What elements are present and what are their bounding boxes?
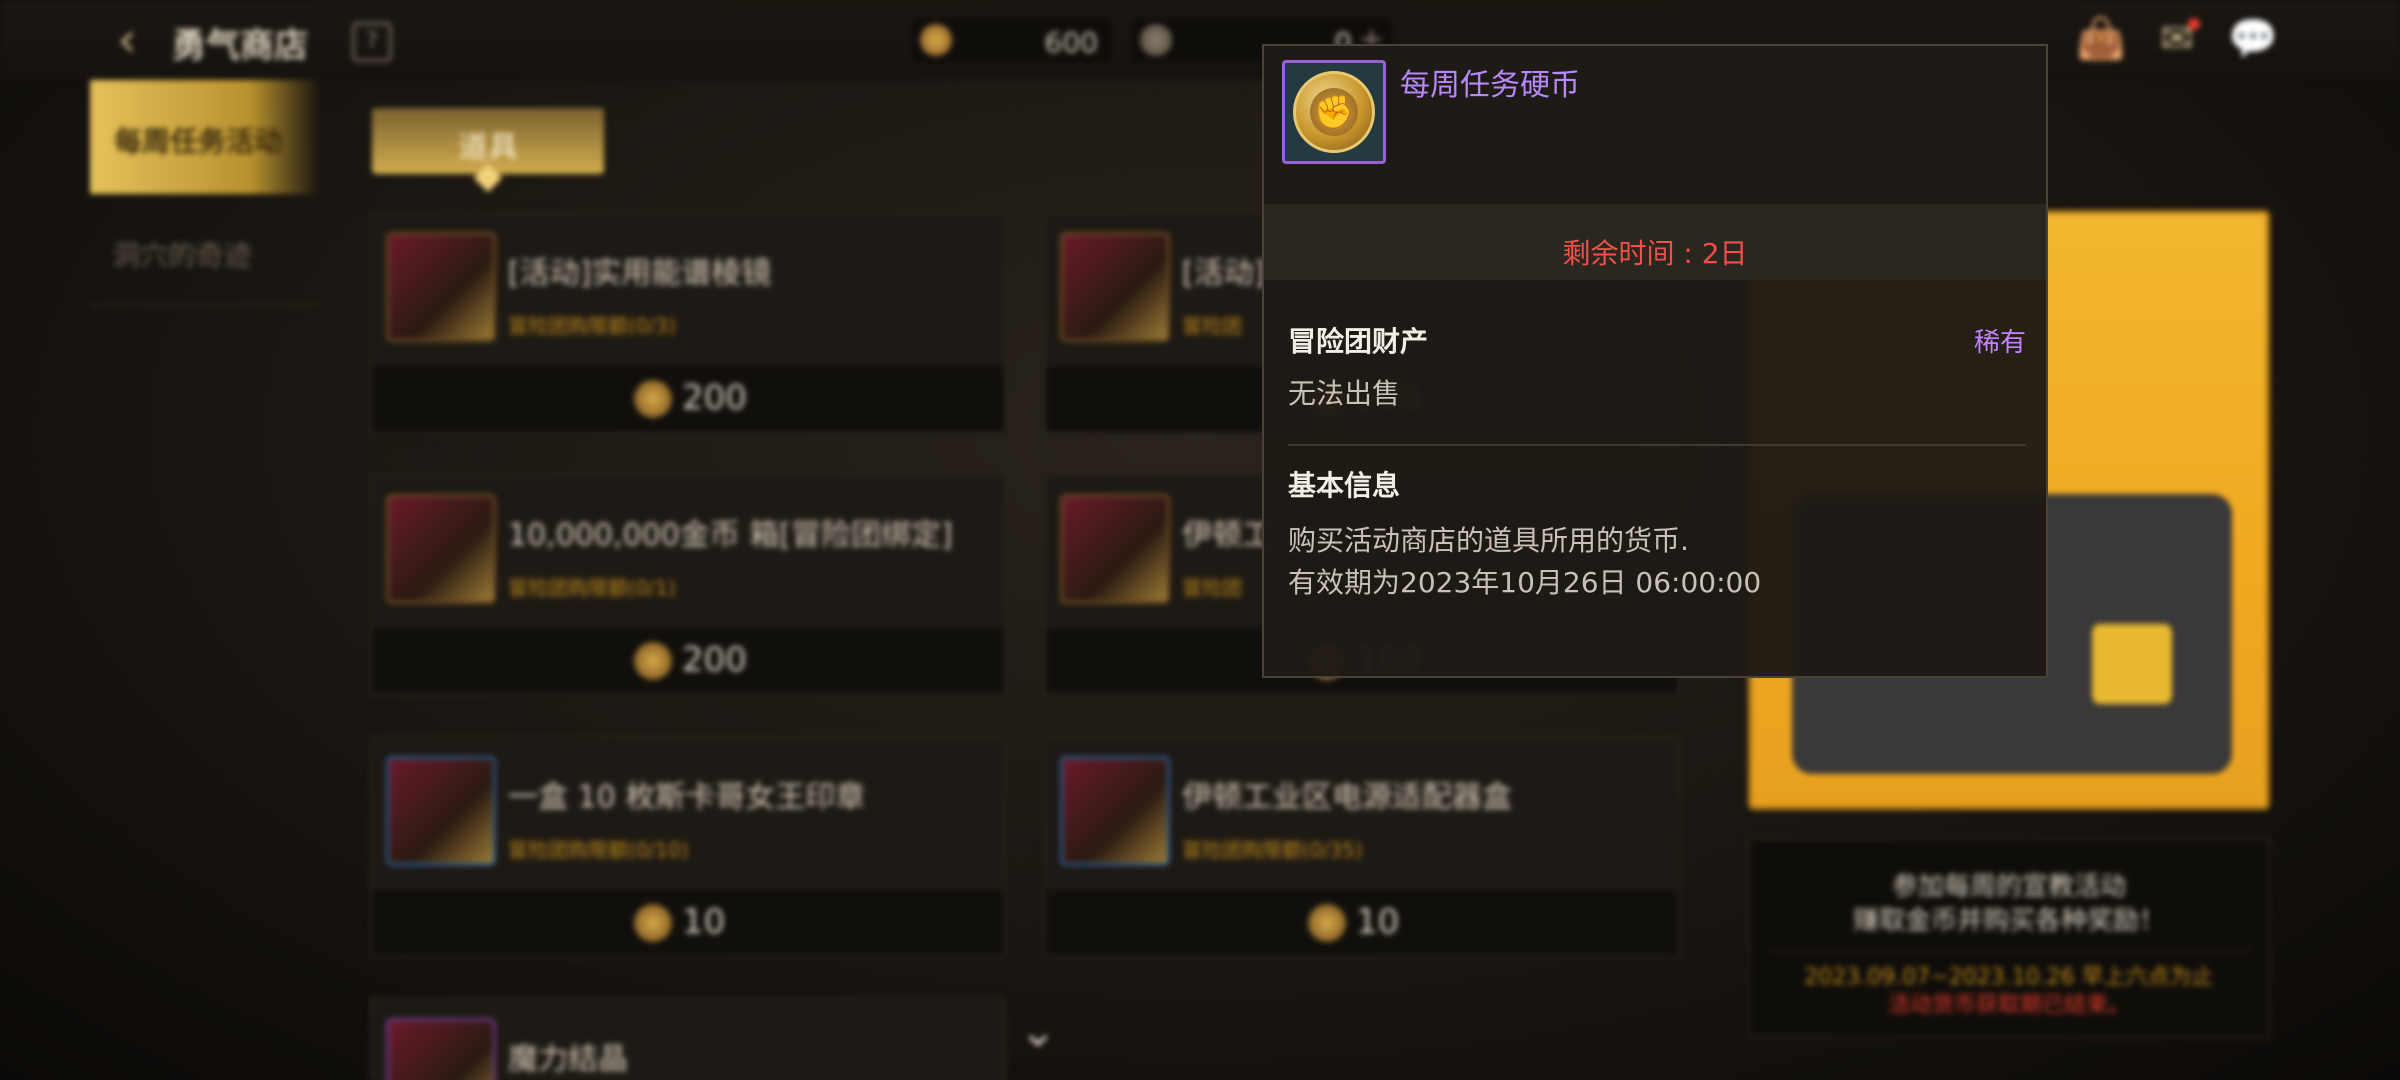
expiry-line: 有效期为2023年10月26日 06:00:00	[1288, 566, 1762, 599]
event-line1: 参加每周的宣教活动	[1891, 872, 2126, 902]
coin-icon	[1308, 904, 1346, 942]
info-icon[interactable]: ?	[352, 22, 392, 62]
bag-icon[interactable]: 👜	[2076, 16, 2126, 62]
item-name: 伊顿工业区电源适配器盒	[1182, 780, 1512, 815]
item-limit: 冒险团购限额(0/35)	[1182, 838, 1363, 862]
notification-dot	[2188, 18, 2200, 30]
item-thumbnail	[1060, 494, 1170, 604]
item-thumbnail	[1060, 756, 1170, 866]
item-limit: 冒险团购限额(0/1)	[508, 576, 676, 600]
price-bar: 10	[1046, 890, 1678, 956]
page-title: 勇气商店	[172, 26, 308, 66]
item-thumbnail	[386, 232, 496, 342]
item-price: 200	[682, 378, 747, 418]
item-name: [活动]实用能谱棱镜	[508, 256, 772, 291]
item-rarity: 稀有	[1973, 328, 2026, 358]
item-name: 伊顿工	[1182, 518, 1272, 553]
event-info-box: 参加每周的宣教活动 赚取金币并购买各种奖励！ 2023.09.07~2023.1…	[1748, 838, 2270, 1038]
event-description: 参加每周的宣教活动 赚取金币并购买各种奖励！	[1750, 870, 2268, 938]
item-description: 购买活动商店的道具所用的货币. 有效期为2023年10月26日 06:00:00	[1288, 520, 1761, 604]
item-limit: 冒险团	[1182, 576, 1242, 600]
coin-icon	[634, 380, 672, 418]
moon-icon	[1140, 24, 1172, 56]
item-icon-frame: ✊	[1282, 60, 1386, 164]
item-name: [活动]	[1182, 256, 1266, 291]
coin-icon	[634, 904, 672, 942]
item-name: 10,000,000金币 箱[冒险团绑定]	[508, 518, 953, 553]
shop-item-card[interactable]: 一盒 10 枚斯卡哥女王印章 冒险团购限额(0/10) 10	[370, 736, 1006, 958]
chat-icon[interactable]: 💬	[2228, 16, 2278, 62]
fist-icon: ✊	[1310, 88, 1358, 136]
shop-item-card[interactable]: 10,000,000金币 箱[冒险团绑定] 冒险团购限额(0/1) 200	[370, 474, 1006, 696]
item-price: 200	[682, 640, 747, 680]
price-bar: 10	[372, 890, 1004, 956]
sidebar-item-cave-wonder[interactable]: 洞穴的奇迹	[112, 234, 252, 274]
shop-item-card[interactable]: [活动]实用能谱棱镜 冒险团购限额(0/3) 200	[370, 212, 1006, 434]
item-limit: 冒险团购限额(0/3)	[508, 314, 676, 338]
sidebar-divider	[90, 304, 320, 306]
item-thumbnail	[386, 494, 496, 604]
info-heading: 基本信息	[1288, 469, 1401, 502]
item-category: 冒险团财产	[1288, 325, 1429, 358]
currency-value: 600	[1044, 26, 1098, 59]
item-thumbnail	[1060, 232, 1170, 342]
item-title: 每周任务硬币	[1400, 68, 1580, 103]
currency-1: 600	[912, 18, 1112, 62]
checkmark-icon	[2092, 624, 2172, 704]
event-line2: 赚取金币并购买各种奖励！	[1852, 906, 2165, 936]
description-line: 购买活动商店的道具所用的货币.	[1288, 524, 1689, 557]
item-tooltip: ✊ 每周任务硬币 剩余时间 : 2日 冒险团财产 稀有 无法出售 基本信息 购买…	[1262, 44, 2048, 678]
event-period: 2023.09.07~2023.10.26 早上六点为止 活动货币获取期已结束。	[1750, 964, 2268, 1020]
tab-label: 道具	[458, 130, 518, 165]
item-thumbnail	[386, 1018, 496, 1080]
event-notice: 活动货币获取期已结束。	[1887, 993, 2130, 1018]
remaining-time: 剩余时间 : 2日	[1562, 237, 1748, 270]
weekly-coin-icon: ✊	[1293, 71, 1375, 153]
shop-item-card[interactable]: 魔力结晶	[370, 998, 1006, 1080]
coin-icon	[634, 642, 672, 680]
sell-status: 无法出售	[1288, 377, 1401, 410]
item-limit: 冒险团	[1182, 314, 1242, 338]
coin-icon	[920, 24, 952, 56]
shop-item-card[interactable]: 伊顿工业区电源适配器盒 冒险团购限额(0/35) 10	[1044, 736, 1680, 958]
item-limit: 冒险团购限额(0/10)	[508, 838, 689, 862]
item-price: 10	[1356, 902, 1400, 942]
sidebar-item-label: 每周任务活动	[114, 125, 283, 158]
divider	[1770, 950, 2252, 951]
item-thumbnail	[386, 756, 496, 866]
back-arrow-icon[interactable]: ‹	[100, 14, 154, 66]
item-name: 魔力结晶	[508, 1042, 628, 1077]
tooltip-header: ✊ 每周任务硬币	[1264, 46, 2046, 204]
item-price: 10	[682, 902, 726, 942]
sidebar-item-weekly-mission[interactable]: 每周任务活动	[90, 80, 320, 194]
mail-icon[interactable]: ✉	[2152, 16, 2202, 62]
event-period-text: 2023.09.07~2023.10.26 早上六点为止	[1804, 965, 2214, 990]
item-name: 一盒 10 枚斯卡哥女王印章	[508, 780, 866, 815]
price-bar: 200	[372, 628, 1004, 694]
scroll-down-chevron-icon[interactable]: ⌄	[1008, 1010, 1068, 1054]
tooltip-divider	[1288, 444, 2026, 446]
price-bar: 200	[372, 366, 1004, 432]
